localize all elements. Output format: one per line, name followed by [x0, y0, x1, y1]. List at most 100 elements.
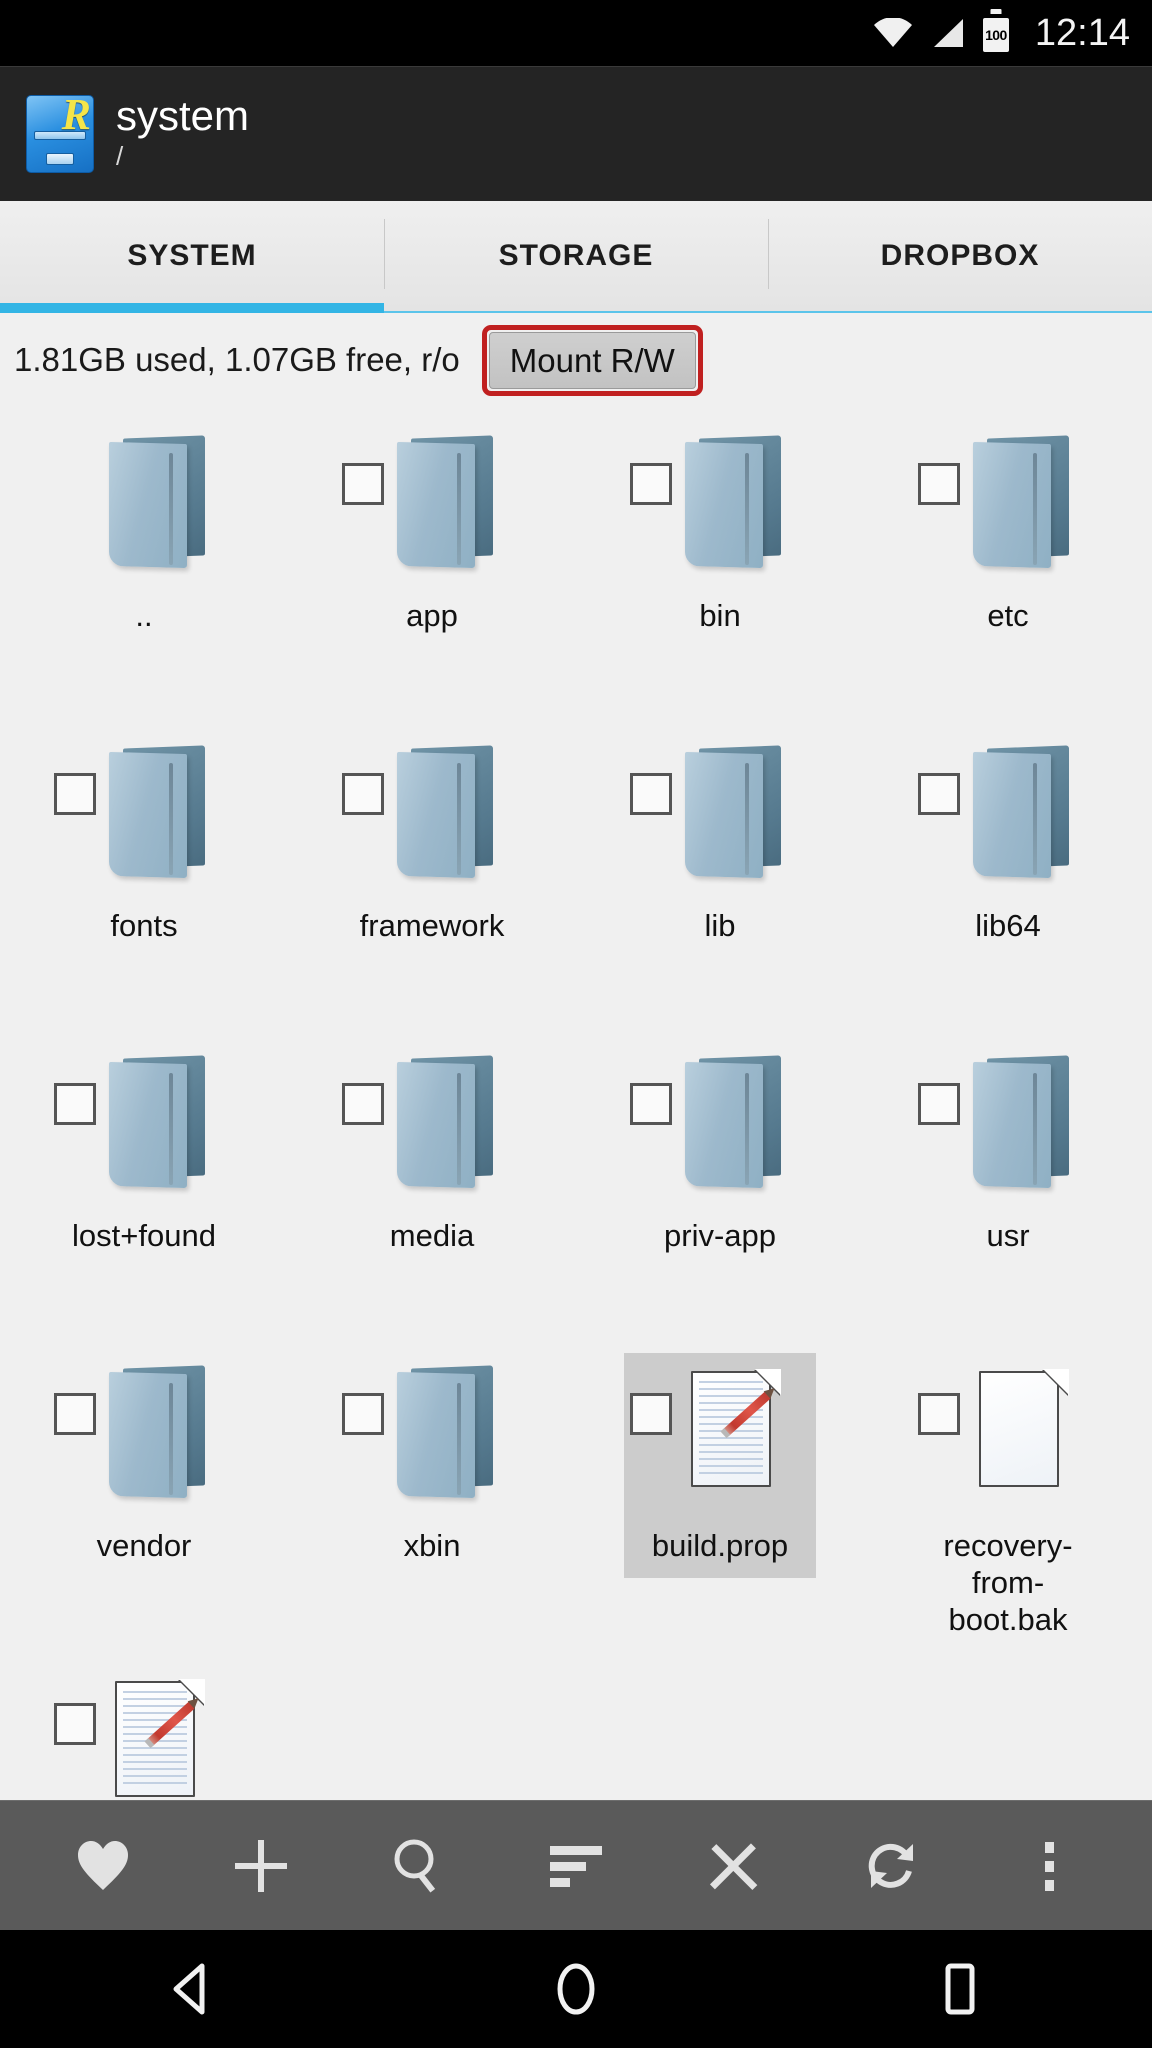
- sort-icon: [548, 1842, 604, 1890]
- file-select-checkbox[interactable]: [54, 1393, 96, 1435]
- tab-dropbox-label: DROPBOX: [880, 239, 1040, 272]
- refresh-button[interactable]: [843, 1818, 939, 1914]
- overflow-menu-icon: [1041, 1838, 1057, 1894]
- file-select-checkbox[interactable]: [342, 463, 384, 505]
- file-select-checkbox[interactable]: [630, 463, 672, 505]
- folder-icon: [397, 1055, 493, 1189]
- folder-icon: [685, 1055, 781, 1189]
- storage-info-text: 1.81GB used, 1.07GB free, r/o: [14, 341, 460, 378]
- file-select-checkbox[interactable]: [630, 773, 672, 815]
- file-select-checkbox[interactable]: [342, 1393, 384, 1435]
- file-select-checkbox[interactable]: [342, 773, 384, 815]
- folder-icon: [685, 745, 781, 879]
- new-button[interactable]: [213, 1818, 309, 1914]
- nav-recents-button[interactable]: [895, 1939, 1025, 2039]
- tab-bar: SYSTEM STORAGE DROPBOX: [0, 201, 1152, 313]
- folder-icon: [109, 745, 205, 879]
- file-grid-item[interactable]: fonts: [0, 721, 288, 1031]
- bottom-toolbar: [0, 1800, 1152, 1930]
- wifi-icon: [873, 18, 913, 48]
- file-icon-row: [630, 1055, 810, 1205]
- battery-level: 100: [985, 27, 1007, 43]
- file-select-checkbox[interactable]: [630, 1083, 672, 1125]
- status-clock: 12:14: [1034, 12, 1130, 54]
- page-title: system: [116, 92, 250, 140]
- search-button[interactable]: [370, 1818, 466, 1914]
- file-select-checkbox[interactable]: [918, 773, 960, 815]
- close-icon: [706, 1838, 762, 1894]
- file-label: xbin: [403, 1528, 461, 1563]
- close-button[interactable]: [686, 1818, 782, 1914]
- file-label: lib64: [975, 908, 1041, 943]
- blank-file-icon: [973, 1367, 1069, 1497]
- file-label: app: [406, 598, 458, 633]
- file-label: lib: [704, 908, 736, 943]
- file-label: ..: [135, 598, 153, 633]
- file-grid-item[interactable]: [0, 1651, 288, 1800]
- file-icon-row: [342, 1055, 522, 1205]
- file-label: framework: [359, 908, 505, 943]
- file-icon-row: [54, 435, 234, 585]
- file-icon-row: [54, 1365, 234, 1515]
- file-icon-row: [630, 435, 810, 585]
- file-grid-item[interactable]: recovery-from-boot.bak: [864, 1341, 1152, 1651]
- file-grid-item[interactable]: lib: [576, 721, 864, 1031]
- file-grid-item[interactable]: lost+found: [0, 1031, 288, 1341]
- tab-system-label: SYSTEM: [127, 239, 257, 272]
- file-grid-item[interactable]: xbin: [288, 1341, 576, 1651]
- file-select-checkbox[interactable]: [630, 1393, 672, 1435]
- folder-icon: [109, 1365, 205, 1499]
- folder-icon: [397, 435, 493, 569]
- app-screen: 100 12:14 R system / SYSTEM STORAGE DROP…: [0, 0, 1152, 2048]
- breadcrumb-path: /: [116, 141, 124, 172]
- folder-icon: [973, 745, 1069, 879]
- bookmarks-button[interactable]: [55, 1818, 151, 1914]
- tab-dropbox[interactable]: DROPBOX: [768, 201, 1152, 311]
- file-grid-item[interactable]: etc: [864, 411, 1152, 721]
- nav-home-button[interactable]: [511, 1939, 641, 2039]
- file-label: usr: [986, 1218, 1030, 1253]
- file-select-checkbox[interactable]: [918, 1083, 960, 1125]
- file-grid-item[interactable]: vendor: [0, 1341, 288, 1651]
- app-header[interactable]: R system /: [0, 66, 1152, 201]
- file-grid-item[interactable]: ..: [0, 411, 288, 721]
- root-explorer-icon: R: [26, 93, 94, 173]
- recents-icon: [940, 1962, 980, 2016]
- file-grid-item[interactable]: usr: [864, 1031, 1152, 1341]
- mount-rw-button[interactable]: Mount R/W: [488, 331, 696, 389]
- file-icon-row: [54, 1055, 234, 1205]
- status-bar: 100 12:14: [0, 0, 1152, 66]
- folder-icon: [397, 745, 493, 879]
- file-list-scroll-area[interactable]: .. app bin etc fonts framework lib lib64 lost+fo…: [0, 407, 1152, 1800]
- file-label: recovery-from-boot.bak: [943, 1528, 1073, 1638]
- file-icon-row: [54, 745, 234, 895]
- overflow-menu-button[interactable]: [1001, 1818, 1097, 1914]
- file-icon-row: [918, 1367, 1098, 1515]
- file-label: priv-app: [664, 1218, 776, 1253]
- sort-button[interactable]: [528, 1818, 624, 1914]
- file-select-checkbox[interactable]: [918, 463, 960, 505]
- file-select-checkbox[interactable]: [54, 1703, 96, 1745]
- file-grid-item[interactable]: media: [288, 1031, 576, 1341]
- mount-rw-highlight: Mount R/W: [481, 324, 703, 396]
- file-grid-item[interactable]: app: [288, 411, 576, 721]
- tab-storage[interactable]: STORAGE: [384, 201, 768, 311]
- file-grid-item[interactable]: framework: [288, 721, 576, 1031]
- folder-icon: [397, 1365, 493, 1499]
- file-select-checkbox[interactable]: [54, 773, 96, 815]
- file-icon-row: [630, 1367, 810, 1515]
- mount-bar: 1.81GB used, 1.07GB free, r/o Mount R/W: [0, 313, 1152, 407]
- file-grid-item[interactable]: lib64: [864, 721, 1152, 1031]
- tab-system[interactable]: SYSTEM: [0, 201, 384, 313]
- file-grid-item[interactable]: bin: [576, 411, 864, 721]
- file-select-checkbox[interactable]: [54, 1083, 96, 1125]
- file-label: bin: [699, 598, 741, 633]
- search-icon: [390, 1838, 446, 1894]
- android-nav-bar: [0, 1930, 1152, 2048]
- folder-icon: [973, 435, 1069, 569]
- file-select-checkbox[interactable]: [342, 1083, 384, 1125]
- file-grid-item[interactable]: priv-app: [576, 1031, 864, 1341]
- nav-back-button[interactable]: [127, 1939, 257, 2039]
- file-grid-item[interactable]: build.prop: [576, 1341, 864, 1651]
- file-select-checkbox[interactable]: [918, 1393, 960, 1435]
